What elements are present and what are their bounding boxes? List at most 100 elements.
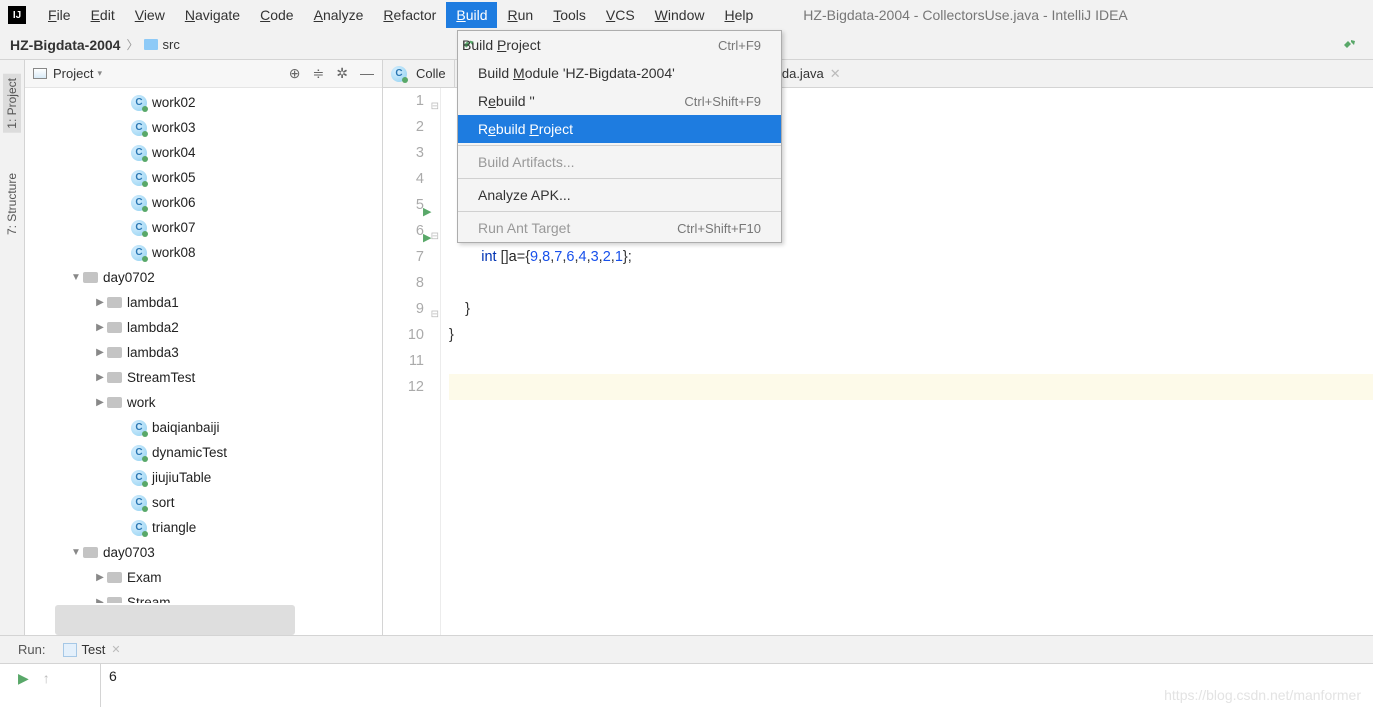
code-line[interactable] bbox=[449, 270, 1373, 296]
rail-structure[interactable]: 7: Structure bbox=[3, 169, 21, 239]
fold-icon[interactable]: ⊟ bbox=[431, 302, 439, 328]
line-number[interactable]: 3 bbox=[383, 140, 424, 166]
class-icon bbox=[131, 220, 147, 236]
menu-refactor[interactable]: Refactor bbox=[373, 2, 446, 28]
line-number[interactable]: 12 bbox=[383, 374, 424, 400]
tree-item[interactable]: work05 bbox=[25, 165, 382, 190]
tree-item[interactable]: work07 bbox=[25, 215, 382, 240]
menu-build[interactable]: Build bbox=[446, 2, 497, 28]
gutter[interactable]: 12345▶6▶789101112⊟⊟⊟ bbox=[383, 88, 441, 635]
project-panel-title[interactable]: Project bbox=[53, 66, 93, 81]
tree-arrow-icon[interactable]: ▼ bbox=[69, 547, 83, 558]
run-tab[interactable]: Test ✕ bbox=[57, 639, 126, 660]
run-play-icon[interactable]: ▶ bbox=[18, 670, 29, 687]
menu-tools[interactable]: Tools bbox=[543, 2, 596, 28]
hide-icon[interactable]: — bbox=[360, 65, 374, 82]
tree-arrow-icon[interactable]: ▶ bbox=[93, 372, 107, 383]
tree-item[interactable]: work06 bbox=[25, 190, 382, 215]
code-line[interactable] bbox=[449, 374, 1373, 400]
class-icon bbox=[391, 66, 407, 82]
chevron-down-icon[interactable]: ▾ bbox=[97, 68, 102, 79]
build-hammer-icon[interactable] bbox=[1342, 37, 1358, 53]
build-menu-item[interactable]: Build ProjectCtrl+F9 bbox=[458, 31, 781, 59]
tree-arrow-icon[interactable]: ▶ bbox=[93, 297, 107, 308]
code-line[interactable] bbox=[449, 348, 1373, 374]
build-menu-item[interactable]: Analyze APK... bbox=[458, 181, 781, 209]
line-number[interactable]: 1 bbox=[383, 88, 424, 114]
line-number[interactable]: 5 bbox=[383, 192, 424, 218]
settings-gear-icon[interactable]: ✲ bbox=[336, 65, 348, 82]
tree-arrow-icon[interactable]: ▶ bbox=[93, 397, 107, 408]
class-icon bbox=[131, 470, 147, 486]
line-number[interactable]: 2 bbox=[383, 114, 424, 140]
menu-navigate[interactable]: Navigate bbox=[175, 2, 250, 28]
menu-window[interactable]: Window bbox=[645, 2, 715, 28]
project-tree[interactable]: work02work03work04work05work06work07work… bbox=[25, 88, 382, 603]
build-menu-item[interactable]: Build Module 'HZ-Bigdata-2004' bbox=[458, 59, 781, 87]
menu-run[interactable]: Run bbox=[497, 2, 543, 28]
menu-help[interactable]: Help bbox=[714, 2, 763, 28]
fold-icon[interactable]: ⊟ bbox=[431, 94, 439, 120]
line-number[interactable]: 6 bbox=[383, 218, 424, 244]
collapse-icon[interactable]: ≑ bbox=[313, 65, 325, 82]
breadcrumb-project[interactable]: HZ-Bigdata-2004 bbox=[10, 37, 120, 53]
line-number[interactable]: 8 bbox=[383, 270, 424, 296]
tree-label: jiujiuTable bbox=[152, 470, 211, 485]
tree-item[interactable]: work04 bbox=[25, 140, 382, 165]
line-number[interactable]: 9 bbox=[383, 296, 424, 322]
tree-item[interactable]: ▶work bbox=[25, 390, 382, 415]
menu-edit[interactable]: Edit bbox=[81, 2, 125, 28]
tree-label: lambda1 bbox=[127, 295, 179, 310]
horizontal-scrollbar[interactable] bbox=[55, 605, 295, 635]
tree-item[interactable]: work08 bbox=[25, 240, 382, 265]
tree-arrow-icon[interactable]: ▶ bbox=[93, 572, 107, 583]
run-toolbar: ▶ ↑ bbox=[0, 664, 100, 707]
tree-item[interactable]: triangle bbox=[25, 515, 382, 540]
line-number[interactable]: 4 bbox=[383, 166, 424, 192]
tree-arrow-icon[interactable]: ▼ bbox=[69, 272, 83, 283]
tree-item[interactable]: ▶StreamTest bbox=[25, 365, 382, 390]
tree-item[interactable]: dynamicTest bbox=[25, 440, 382, 465]
code-line[interactable]: } bbox=[449, 322, 1373, 348]
tree-item[interactable]: ▶ lambda1 bbox=[25, 290, 382, 315]
tree-arrow-icon[interactable]: ▶ bbox=[93, 597, 107, 603]
code-line[interactable]: } bbox=[449, 296, 1373, 322]
tree-item[interactable]: work02 bbox=[25, 90, 382, 115]
tree-arrow-icon[interactable]: ▶ bbox=[93, 322, 107, 333]
menu-code[interactable]: Code bbox=[250, 2, 303, 28]
run-up-icon[interactable]: ↑ bbox=[43, 670, 50, 686]
menu-vcs[interactable]: VCS bbox=[596, 2, 645, 28]
tree-label: dynamicTest bbox=[152, 445, 227, 460]
tree-item[interactable]: sort bbox=[25, 490, 382, 515]
menu-view[interactable]: View bbox=[125, 2, 175, 28]
tree-item[interactable]: ▼day0702 bbox=[25, 265, 382, 290]
tree-item[interactable]: baiqianbaiji bbox=[25, 415, 382, 440]
build-menu-item[interactable]: Rebuild ''Ctrl+Shift+F9 bbox=[458, 87, 781, 115]
tree-arrow-icon[interactable]: ▶ bbox=[93, 347, 107, 358]
tree-item[interactable]: ▶Exam bbox=[25, 565, 382, 590]
editor-tab[interactable]: Colle bbox=[383, 60, 455, 88]
breadcrumb-folder[interactable]: src bbox=[162, 37, 179, 52]
tree-item[interactable]: work03 bbox=[25, 115, 382, 140]
tree-item[interactable]: jiujiuTable bbox=[25, 465, 382, 490]
class-icon bbox=[131, 520, 147, 536]
close-run-tab-icon[interactable]: ✕ bbox=[111, 643, 120, 656]
locate-icon[interactable]: ⊕ bbox=[289, 65, 301, 82]
tree-label: lambda3 bbox=[127, 345, 179, 360]
tree-item[interactable]: ▶lambda2 bbox=[25, 315, 382, 340]
code-line[interactable]: int []a={9,8,7,6,4,3,2,1}; bbox=[449, 244, 1373, 270]
tree-item[interactable]: ▶Stream bbox=[25, 590, 382, 603]
rail-project[interactable]: 1: Project bbox=[3, 74, 21, 133]
gutter-run-icon[interactable]: ▶ bbox=[423, 199, 431, 225]
tree-item[interactable]: ▼day0703 bbox=[25, 540, 382, 565]
close-tab-icon[interactable]: ✕ bbox=[830, 66, 841, 82]
line-number[interactable]: 11 bbox=[383, 348, 424, 374]
menu-file[interactable]: File bbox=[38, 2, 81, 28]
menu-analyze[interactable]: Analyze bbox=[304, 2, 374, 28]
line-number[interactable]: 10 bbox=[383, 322, 424, 348]
tree-label: baiqianbaiji bbox=[152, 420, 220, 435]
line-number[interactable]: 7 bbox=[383, 244, 424, 270]
fold-icon[interactable]: ⊟ bbox=[431, 224, 439, 250]
tree-item[interactable]: ▶ lambda3 bbox=[25, 340, 382, 365]
build-menu-item[interactable]: Rebuild Project bbox=[458, 115, 781, 143]
